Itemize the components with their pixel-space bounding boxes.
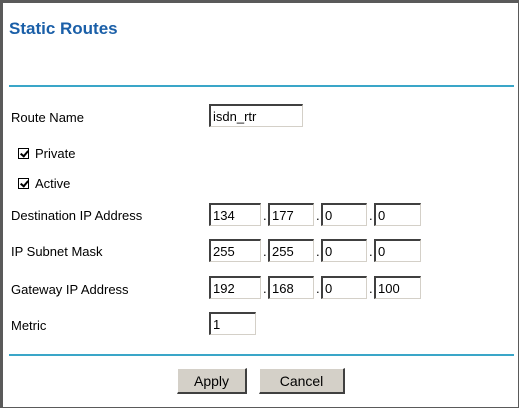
route-name-label: Route Name — [11, 110, 84, 125]
cancel-button[interactable]: Cancel — [259, 368, 345, 394]
gateway-ip-octet-4[interactable] — [374, 276, 421, 299]
active-checkbox[interactable] — [18, 178, 29, 189]
octet-separator: . — [369, 208, 373, 223]
active-checkbox-row[interactable]: Active — [18, 176, 70, 191]
destination-ip-octet-3[interactable] — [321, 203, 367, 226]
top-divider — [9, 85, 514, 87]
subnet-mask-octet-1[interactable] — [209, 239, 261, 262]
destination-ip-octet-2[interactable] — [268, 203, 314, 226]
octet-separator: . — [263, 244, 267, 259]
apply-button[interactable]: Apply — [177, 368, 247, 394]
active-label: Active — [35, 176, 71, 191]
gateway-ip-label: Gateway IP Address — [11, 282, 129, 297]
private-checkbox[interactable] — [18, 148, 29, 159]
octet-separator: . — [316, 208, 320, 223]
gateway-ip-octet-3[interactable] — [321, 276, 367, 299]
octet-separator: . — [263, 281, 267, 296]
octet-separator: . — [316, 281, 320, 296]
gateway-ip-octet-2[interactable] — [268, 276, 314, 299]
octet-separator: . — [316, 244, 320, 259]
octet-separator: . — [369, 281, 373, 296]
octet-separator: . — [263, 208, 267, 223]
bottom-divider — [9, 354, 514, 356]
subnet-mask-octet-3[interactable] — [321, 239, 367, 262]
octet-separator: . — [369, 244, 373, 259]
private-label: Private — [35, 146, 76, 161]
gateway-ip-octet-1[interactable] — [209, 276, 261, 299]
destination-ip-label: Destination IP Address — [11, 208, 143, 223]
destination-ip-octet-4[interactable] — [374, 203, 421, 226]
page-title: Static Routes — [9, 19, 118, 38]
metric-input[interactable] — [209, 312, 256, 335]
metric-label: Metric — [11, 318, 47, 333]
subnet-mask-octet-2[interactable] — [268, 239, 314, 262]
route-name-input[interactable] — [209, 104, 303, 127]
subnet-mask-label: IP Subnet Mask — [11, 244, 103, 259]
destination-ip-octet-1[interactable] — [209, 203, 261, 226]
subnet-mask-octet-4[interactable] — [374, 239, 421, 262]
private-checkbox-row[interactable]: Private — [18, 146, 75, 161]
